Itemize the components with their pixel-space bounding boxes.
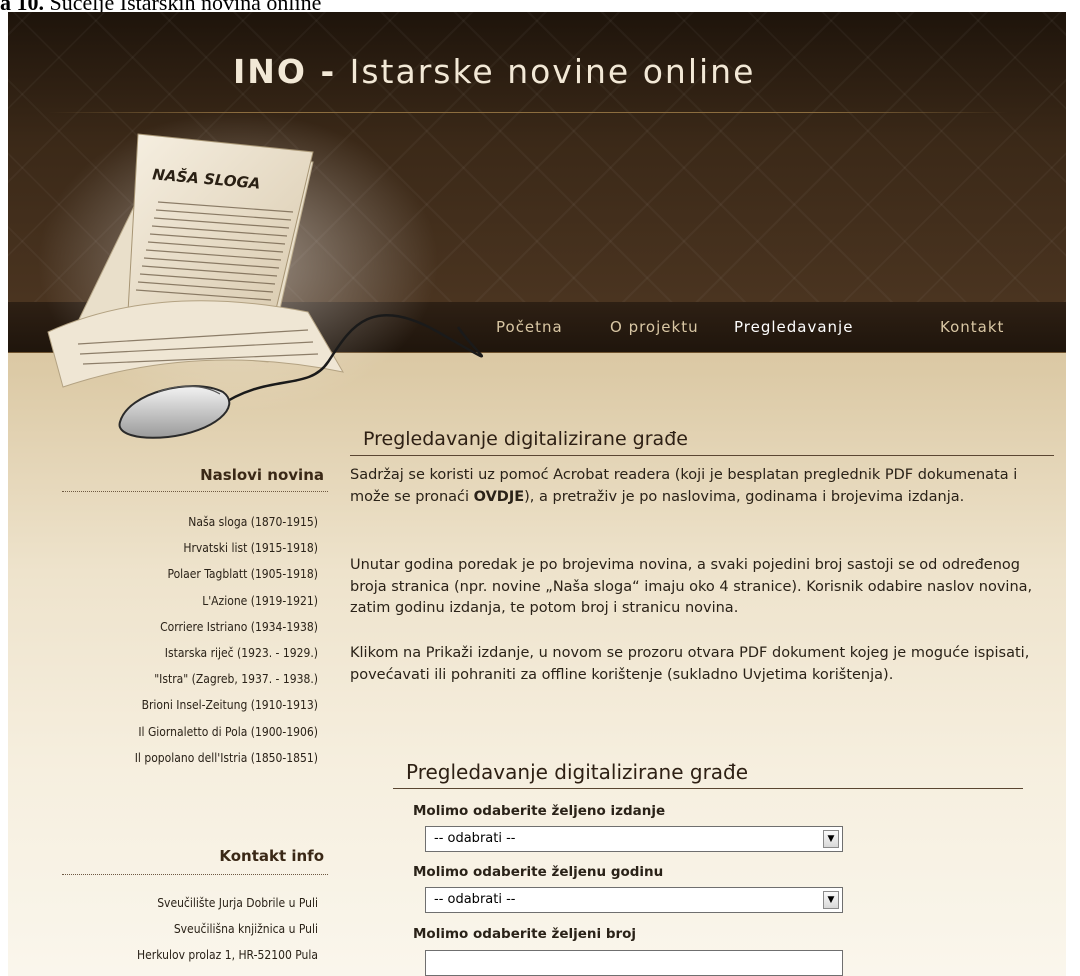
edition-select-value: -- odabrati -- bbox=[434, 831, 516, 846]
contact-info-list: Sveučilište Jurja Dobrile u Puli Sveučil… bbox=[8, 890, 318, 969]
display-paragraph: Klikom na Prikaži izdanje, u novom se pr… bbox=[350, 645, 1030, 683]
sidebar-titles-heading: Naslovi novina bbox=[200, 466, 324, 484]
title-link[interactable]: Corriere Istriano (1934-1938) bbox=[8, 614, 318, 640]
contact-line: Sveučilišna knjižnica u Puli bbox=[173, 922, 318, 937]
title-link[interactable]: Il popolano dell'Istria (1850-1851) bbox=[8, 745, 318, 771]
title-link[interactable]: "Istra" (Zagreb, 1937. - 1938.) bbox=[8, 666, 318, 692]
chevron-down-icon[interactable]: ▼ bbox=[823, 830, 839, 848]
contact-line: Herkulov prolaz 1, HR-52100 Pula bbox=[137, 948, 318, 963]
title-link[interactable]: Polaer Tagblatt (1905-1918) bbox=[8, 561, 318, 587]
chevron-down-icon[interactable]: ▼ bbox=[823, 891, 839, 909]
form-heading: Pregledavanje digitalizirane građe bbox=[406, 760, 749, 784]
year-label: Molimo odaberite željenu godinu bbox=[413, 864, 664, 880]
acrobat-download-link[interactable]: OVDJE bbox=[474, 489, 525, 505]
nav-pocetna[interactable]: Početna bbox=[496, 318, 563, 336]
edition-select[interactable]: -- odabrati -- ▼ bbox=[425, 826, 843, 852]
main-heading: Pregledavanje digitalizirane građe bbox=[363, 428, 688, 450]
nav-pregledavanje[interactable]: Pregledavanje bbox=[734, 318, 853, 336]
intro-paragraph: Sadržaj se koristi uz pomoć Acrobat read… bbox=[350, 465, 1040, 508]
site-frame: INO - Istarske novine online Početna O p… bbox=[8, 12, 1066, 976]
edition-label: Molimo odaberite željeno izdanje bbox=[413, 803, 666, 819]
main-heading-rule bbox=[350, 455, 1054, 456]
number-label: Molimo odaberite željeni broj bbox=[413, 926, 637, 942]
nav-kontakt[interactable]: Kontakt bbox=[940, 318, 1004, 336]
title-link[interactable]: Hrvatski list (1915-1918) bbox=[8, 535, 318, 561]
number-select[interactable] bbox=[425, 950, 843, 976]
title-link[interactable]: Istarska riječ (1923. - 1929.) bbox=[8, 640, 318, 666]
newspaper-mouse-illustration: NAŠA SLOGA bbox=[38, 112, 484, 439]
title-link[interactable]: Brioni Insel-Zeitung (1910-1913) bbox=[8, 692, 318, 718]
year-select-value: -- odabrati -- bbox=[434, 892, 516, 907]
contact-line: Sveučilište Jurja Dobrile u Puli bbox=[157, 896, 318, 910]
year-select[interactable]: -- odabrati -- ▼ bbox=[425, 887, 843, 913]
intro-text-end: ), a pretraživ je po naslovima, godinama… bbox=[524, 488, 965, 505]
title-link[interactable]: Naša sloga (1870-1915) bbox=[8, 509, 318, 535]
sidebar-divider bbox=[62, 491, 328, 492]
title-link[interactable]: Il Giornaletto di Pola (1900-1906) bbox=[8, 719, 318, 745]
ordering-paragraph: Unutar godina poredak je po brojevima no… bbox=[350, 557, 1033, 616]
nav-o-projektu[interactable]: O projektu bbox=[610, 318, 699, 336]
sidebar-divider bbox=[62, 874, 328, 875]
mouse-icon bbox=[118, 385, 231, 439]
newspaper-title-list: Naša sloga (1870-1915) Hrvatski list (19… bbox=[8, 509, 318, 771]
form-heading-rule bbox=[393, 788, 1023, 789]
title-link[interactable]: L'Azione (1919-1921) bbox=[8, 588, 318, 614]
sidebar-contact-heading: Kontakt info bbox=[219, 847, 324, 865]
figure-caption: a 10. Sučelje Istarskih novina online bbox=[0, 0, 321, 15]
